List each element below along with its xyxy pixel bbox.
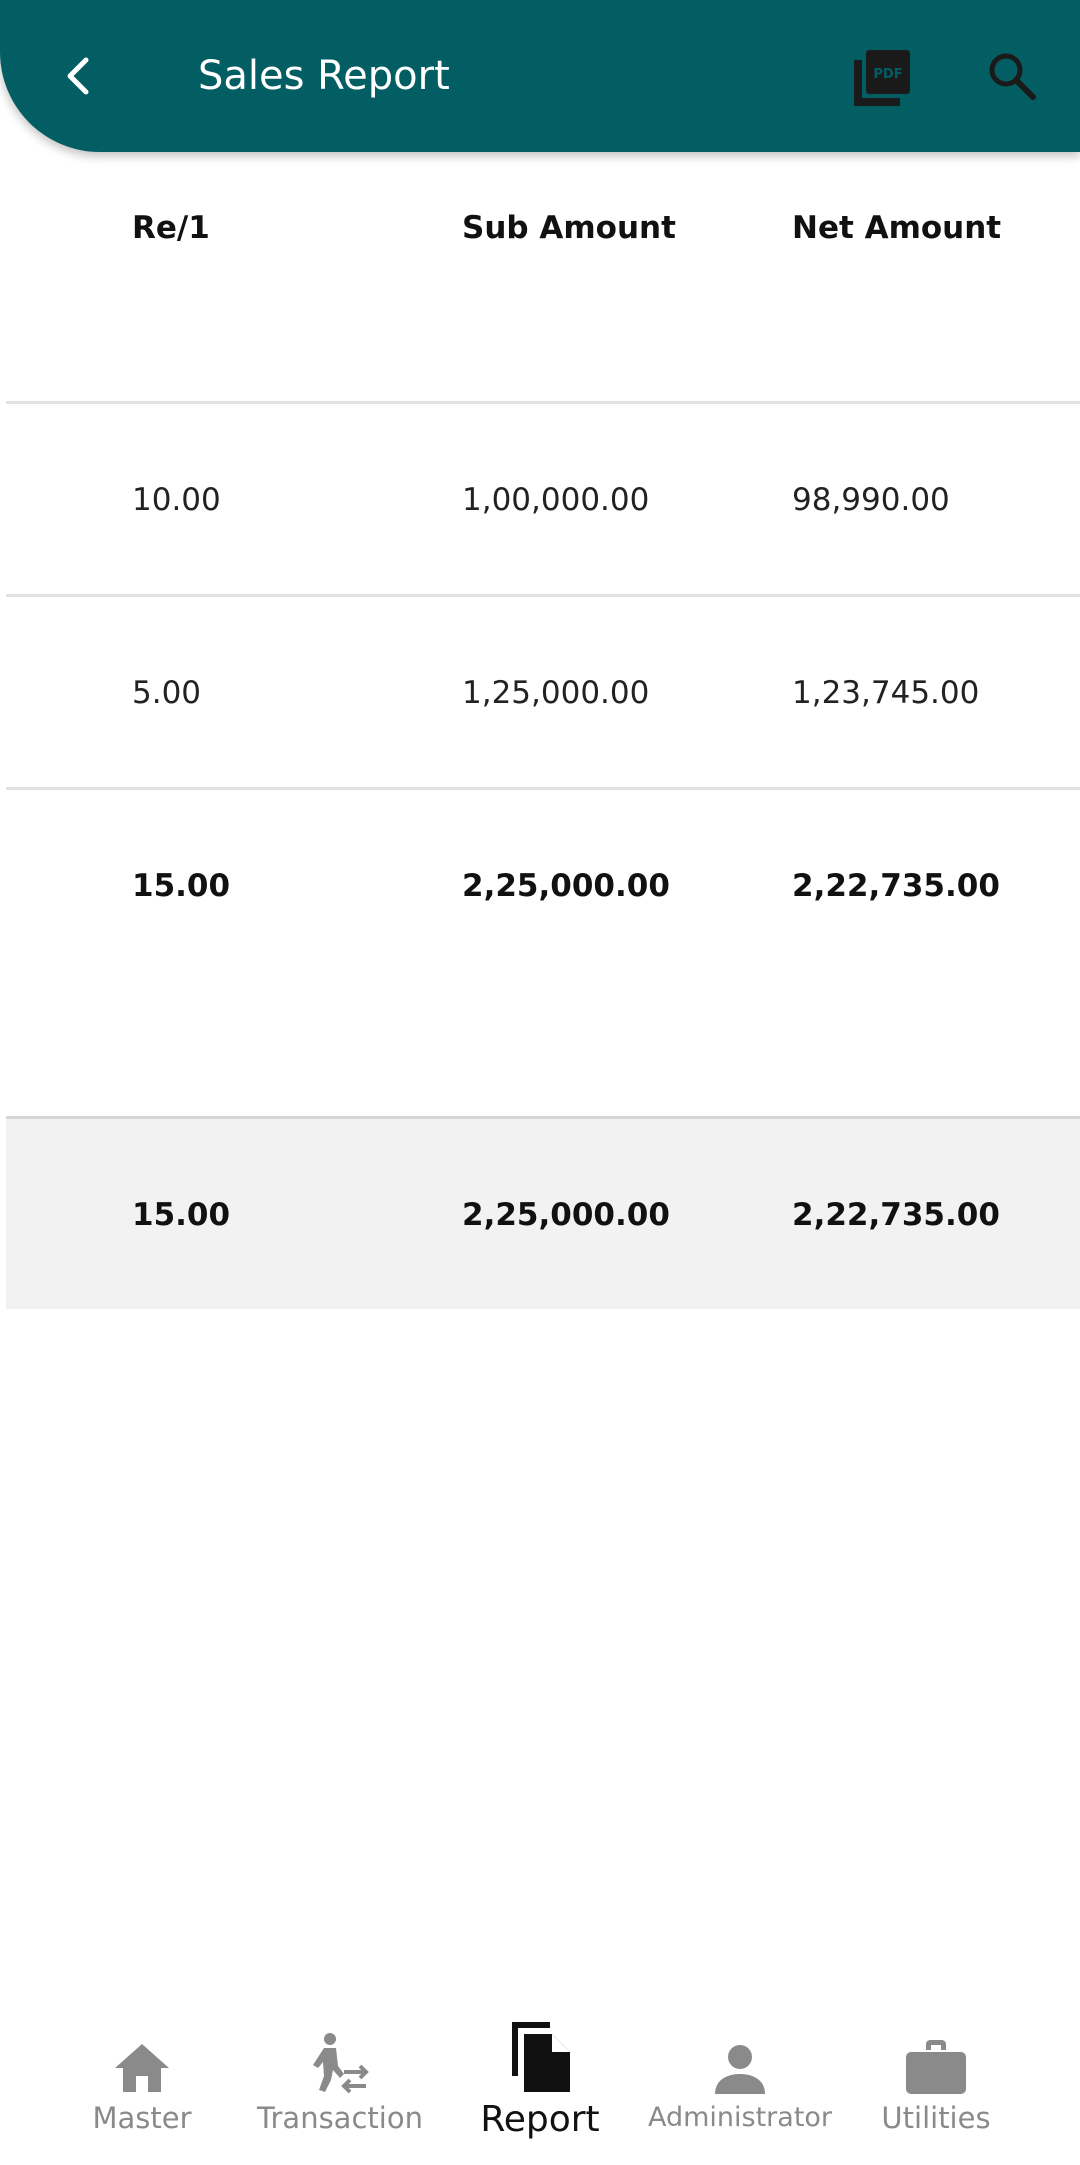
report-table: Re/1 Sub Amount Net Amount 10.00 1,00,00… [6, 152, 1080, 1309]
column-header-re1: Re/1 [132, 210, 210, 246]
bottom-navigation: Master Transaction Report Administrator … [0, 2010, 1080, 2165]
column-header-net-amount: Net Amount [792, 210, 1002, 246]
nav-label-master: Master [92, 2101, 192, 2135]
svg-text:PDF: PDF [873, 67, 902, 82]
person-icon [715, 2045, 765, 2094]
table-row[interactable]: 10.00 1,00,000.00 98,990.00 [6, 404, 1080, 597]
total-row: 15.00 2,25,000.00 2,22,735.00 [6, 790, 1080, 1119]
back-button[interactable] [40, 36, 120, 116]
nav-item-master[interactable]: Master [82, 2010, 202, 2165]
pdf-icon: PDF [854, 50, 910, 106]
cell-net-amount: 98,990.00 [792, 482, 950, 518]
cell-re1: 5.00 [132, 675, 202, 711]
cell-net-amount: 1,23,745.00 [792, 675, 980, 711]
total-re1: 15.00 [132, 868, 231, 904]
nav-label-administrator: Administrator [647, 2102, 833, 2133]
transaction-icon [313, 2033, 369, 2094]
nav-item-utilities[interactable]: Utilities [866, 2010, 1006, 2165]
search-button[interactable] [972, 36, 1052, 116]
app-bar: Sales Report PDF [0, 0, 1080, 152]
column-header-sub-amount: Sub Amount [462, 210, 676, 246]
total-net-amount: 2,22,735.00 [792, 868, 1000, 904]
report-icon [512, 2022, 570, 2092]
chevron-left-icon [67, 57, 89, 95]
nav-item-report[interactable]: Report [460, 2010, 620, 2165]
table-header: Re/1 Sub Amount Net Amount [6, 152, 1080, 404]
nav-item-transaction[interactable]: Transaction [240, 2010, 440, 2165]
nav-item-administrator[interactable]: Administrator [640, 2010, 840, 2165]
sales-report-screen: Sales Report PDF Re/1 Sub Amount Net Amo… [0, 0, 1080, 2165]
grand-total-sub-amount: 2,25,000.00 [462, 1197, 670, 1233]
nav-label-utilities: Utilities [881, 2101, 991, 2135]
cell-re1: 10.00 [132, 482, 221, 518]
search-icon [989, 53, 1036, 100]
page-title: Sales Report [198, 53, 450, 99]
nav-label-report: Report [480, 2099, 600, 2140]
table-row[interactable]: 5.00 1,25,000.00 1,23,745.00 [6, 597, 1080, 790]
pdf-export-button[interactable]: PDF [842, 38, 922, 118]
cell-sub-amount: 1,25,000.00 [462, 675, 650, 711]
cell-sub-amount: 1,00,000.00 [462, 482, 650, 518]
grand-total-net-amount: 2,22,735.00 [792, 1197, 1000, 1233]
grand-total-re1: 15.00 [132, 1197, 231, 1233]
nav-label-transaction: Transaction [257, 2101, 423, 2135]
home-icon [115, 2044, 169, 2092]
total-sub-amount: 2,25,000.00 [462, 868, 670, 904]
grand-total-row: 15.00 2,25,000.00 2,22,735.00 [6, 1119, 1080, 1309]
briefcase-icon [906, 2040, 966, 2094]
